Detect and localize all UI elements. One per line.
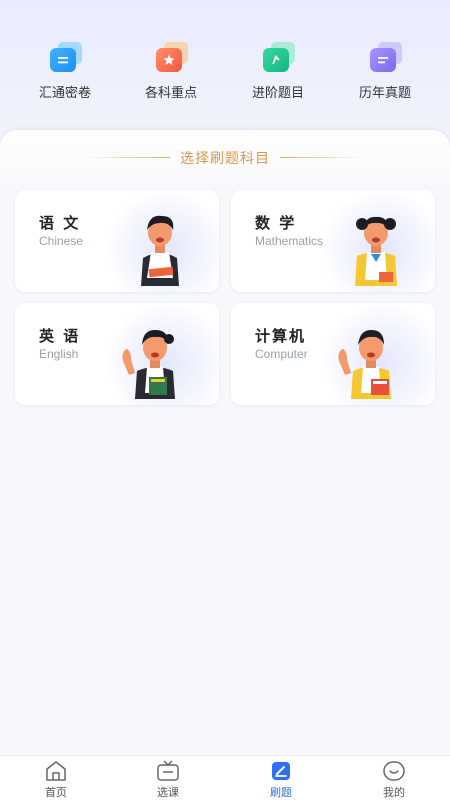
- quick-nav-item-advanced[interactable]: 进阶题目: [233, 40, 323, 104]
- subject-english-name: English: [39, 347, 79, 361]
- document-lines-icon: [46, 40, 84, 76]
- student-girl-illustration: [355, 216, 397, 286]
- subject-name: 英 语: [39, 327, 81, 345]
- quick-nav-label: 各科重点: [144, 86, 197, 101]
- quick-nav-label: 历年真题: [358, 86, 411, 101]
- subject-card-computer[interactable]: 计算机 Computer: [231, 303, 435, 405]
- tab-label: 刷题: [270, 786, 292, 799]
- tv-icon: [157, 760, 179, 781]
- quick-nav-item-past-exams[interactable]: 历年真题: [340, 40, 430, 104]
- bottom-tab-bar: 首页 选课 刷题 我的: [0, 755, 450, 800]
- subject-card-english[interactable]: 英 语 English: [15, 303, 219, 405]
- student-waving-illustration: [122, 329, 175, 399]
- subject-name: 数 学: [255, 214, 297, 232]
- tab-label: 选课: [157, 786, 179, 799]
- tab-practice[interactable]: 刷题: [225, 760, 337, 800]
- smile-face-icon: [383, 761, 405, 781]
- student-reading-illustration: [141, 215, 179, 286]
- pen-icon: [272, 762, 290, 780]
- student-waving-book-illustration: [338, 329, 391, 399]
- subject-card-mathematics[interactable]: 数 学 Mathematics: [231, 190, 435, 292]
- subject-english-name: Chinese: [39, 234, 84, 248]
- tab-label: 我的: [383, 786, 405, 799]
- arrow-card-icon: [259, 40, 297, 76]
- section-title: 选择刷题科目: [180, 151, 270, 167]
- tab-profile[interactable]: 我的: [338, 760, 450, 800]
- subject-english-name: Computer: [255, 347, 308, 361]
- quick-nav-item-secret-papers[interactable]: 汇通密卷: [20, 40, 110, 104]
- subject-name: 语 文: [39, 214, 81, 232]
- quick-nav-item-key-points[interactable]: 各科重点: [126, 40, 216, 104]
- tab-home[interactable]: 首页: [0, 760, 112, 800]
- tab-courses[interactable]: 选课: [112, 760, 224, 800]
- subject-english-name: Mathematics: [255, 234, 324, 248]
- quick-nav-label: 汇通密卷: [38, 86, 91, 101]
- subject-name: 计算机: [255, 327, 307, 345]
- tab-label: 首页: [45, 786, 67, 799]
- list-card-icon: [366, 40, 404, 76]
- star-card-icon: [152, 40, 190, 76]
- subject-panel: 选择刷题科目 语 文 Chinese 数 学 Mathematics 英 语 E…: [0, 130, 450, 755]
- home-icon: [46, 761, 66, 781]
- quick-nav: 汇通密卷 各科重点 进阶题目 历年真题: [0, 40, 450, 110]
- subject-card-chinese[interactable]: 语 文 Chinese: [15, 190, 219, 292]
- title-divider-right: [280, 157, 365, 158]
- quick-nav-label: 进阶题目: [251, 86, 304, 101]
